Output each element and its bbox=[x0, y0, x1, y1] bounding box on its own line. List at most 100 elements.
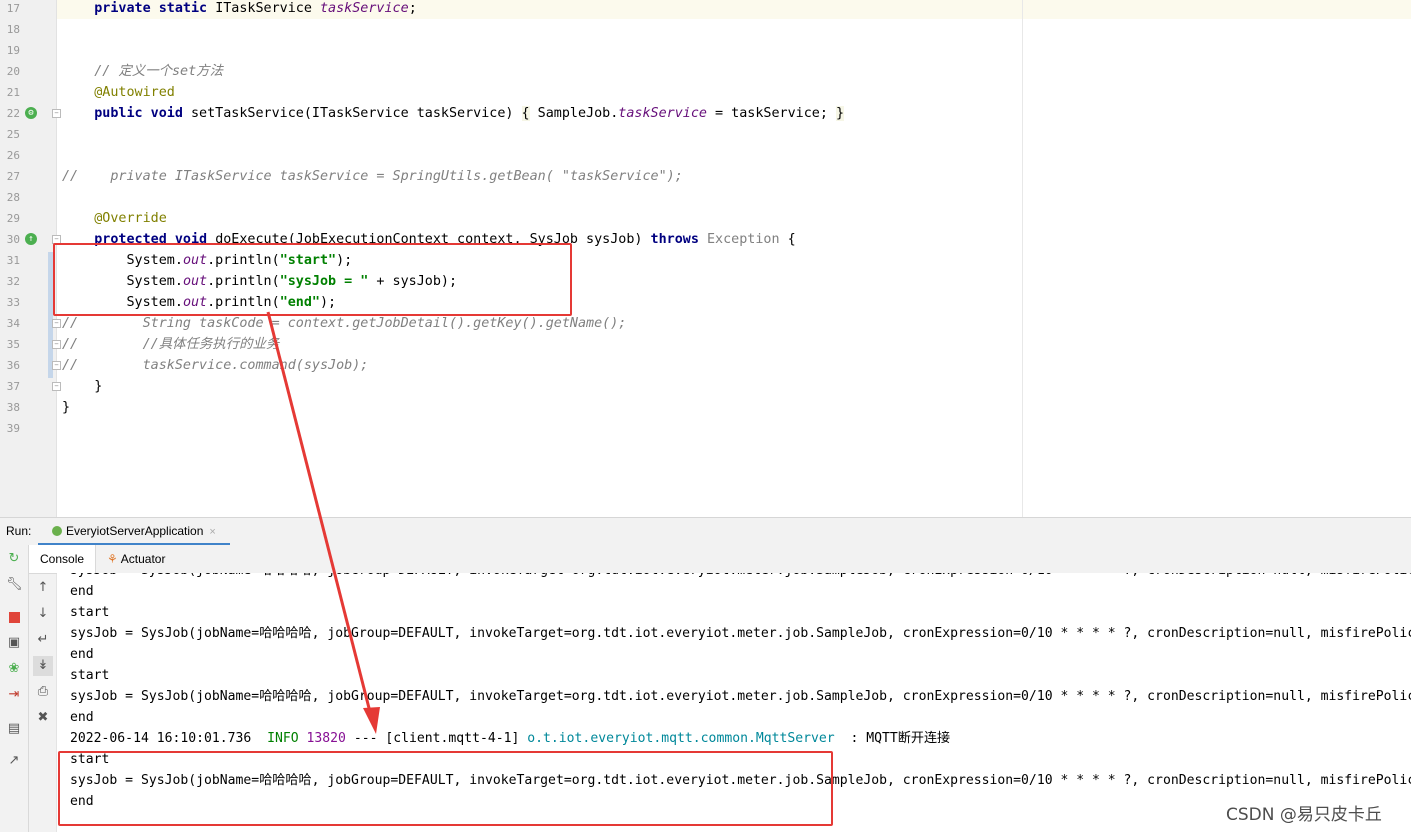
line-number: 25 bbox=[6, 128, 20, 141]
csdn-watermark: CSDN @易只皮卡丘 bbox=[1226, 805, 1382, 825]
fold-icon[interactable]: − bbox=[52, 319, 61, 328]
console-line: end bbox=[70, 791, 94, 812]
camera-icon[interactable]: ▣ bbox=[6, 635, 22, 651]
code-line[interactable]: 17 private static ITaskService taskServi… bbox=[0, 0, 1411, 19]
fold-icon[interactable]: − bbox=[52, 340, 61, 349]
code-editor[interactable]: 17 private static ITaskService taskServi… bbox=[0, 0, 1411, 517]
tab-actuator[interactable]: ⚘ Actuator bbox=[96, 545, 176, 573]
code-line[interactable]: 34 −// String taskCode = context.getJobDe… bbox=[0, 313, 1411, 334]
code-token: // //具体任务执行的业务 bbox=[62, 337, 280, 352]
tab-console[interactable]: Console bbox=[29, 545, 97, 573]
code-line[interactable]: 22 ⚙ − public void setTaskService(ITaskSer… bbox=[0, 103, 1411, 124]
line-number: 38 bbox=[6, 401, 20, 414]
code-text: System.out.println("end"); bbox=[62, 292, 337, 313]
code-line[interactable]: 28 bbox=[0, 187, 1411, 208]
arrow-up-icon[interactable]: ↑ bbox=[35, 580, 51, 596]
wrench-icon[interactable]: 🔧︎ bbox=[6, 577, 23, 593]
code-token: out bbox=[182, 295, 208, 310]
console-line: end bbox=[70, 644, 94, 665]
code-line[interactable]: 36 −// taskService.command(sysJob); bbox=[0, 355, 1411, 376]
console-line: 2022-06-14 16:10:01.736 INFO 13820 --- [… bbox=[70, 728, 950, 749]
arrow-down-icon[interactable]: ↓ bbox=[35, 606, 51, 622]
line-number: 26 bbox=[6, 149, 20, 162]
rerun-icon[interactable]: ↻ bbox=[6, 551, 22, 567]
code-token: // taskService.command(sysJob); bbox=[62, 358, 369, 373]
code-line[interactable]: 38} bbox=[0, 397, 1411, 418]
code-line[interactable]: 39 bbox=[0, 418, 1411, 439]
close-tab-icon[interactable]: × bbox=[209, 526, 215, 538]
stop-icon[interactable] bbox=[6, 609, 22, 625]
console-line: start bbox=[70, 749, 109, 770]
code-text: private static ITaskService taskService; bbox=[62, 0, 417, 19]
line-number: 37 bbox=[6, 380, 20, 393]
code-line[interactable]: 25 bbox=[0, 124, 1411, 145]
layout-icon[interactable]: ▤ bbox=[6, 721, 22, 737]
code-line[interactable]: 26 bbox=[0, 145, 1411, 166]
fold-icon[interactable]: − bbox=[52, 109, 61, 118]
code-text: @Override bbox=[62, 208, 167, 229]
fold-icon[interactable]: − bbox=[52, 382, 61, 391]
code-line[interactable]: 33 System.out.println("end"); bbox=[0, 292, 1411, 313]
code-text: // //具体任务执行的业务 bbox=[62, 334, 279, 355]
console-text: end bbox=[70, 647, 94, 662]
code-line[interactable]: 30 ↑ − protected void doExecute(JobExecuti… bbox=[0, 229, 1411, 250]
code-text: } bbox=[62, 376, 102, 397]
code-text: public void setTaskService(ITaskService … bbox=[62, 103, 845, 124]
run-left-toolbar: ↻ 🔧︎ ▣ ❀ ⇥ ▤ ↗ bbox=[0, 545, 29, 832]
code-token: private static bbox=[94, 1, 216, 16]
console-text: sysJob = SysJob(jobName=哈哈哈哈, jobGroup=D… bbox=[70, 689, 1411, 704]
spring-app-icon bbox=[52, 525, 62, 536]
soft-wrap-icon[interactable]: ↵ bbox=[35, 632, 51, 648]
code-line[interactable]: 27 // private ITaskService taskService = … bbox=[0, 166, 1411, 187]
console-text: start bbox=[70, 668, 110, 683]
fold-icon[interactable]: − bbox=[52, 235, 61, 244]
console-output[interactable]: sysJob = SysJob(jobName=哈哈哈哈, jobGroup=D… bbox=[57, 573, 1411, 832]
code-line[interactable]: 29 @Override bbox=[0, 208, 1411, 229]
fold-icon[interactable]: − bbox=[52, 361, 61, 370]
code-line[interactable]: 18 bbox=[0, 19, 1411, 40]
code-line[interactable]: 32 System.out.println("sysJob = " + sysJ… bbox=[0, 271, 1411, 292]
line-number: 20 bbox=[6, 65, 20, 78]
code-token: System. bbox=[126, 253, 183, 268]
code-token: @Autowired bbox=[94, 85, 175, 100]
code-text: @Autowired bbox=[62, 82, 175, 103]
code-line[interactable]: 19 bbox=[0, 40, 1411, 61]
code-line[interactable]: 35 −// //具体任务执行的业务 bbox=[0, 334, 1411, 355]
console-line: start bbox=[70, 665, 109, 686]
code-token: throws bbox=[650, 232, 707, 247]
debug-bug-icon[interactable]: ❀ bbox=[6, 661, 22, 677]
console-line: start bbox=[70, 602, 109, 623]
code-line[interactable]: 20 // 定义一个set方法 bbox=[0, 61, 1411, 82]
override-gutter-icon[interactable]: ↑ bbox=[25, 233, 37, 245]
code-line[interactable]: 21 @Autowired bbox=[0, 82, 1411, 103]
code-token: .println( bbox=[207, 295, 280, 310]
code-token: ); bbox=[336, 253, 353, 268]
tab-actuator-label: Actuator bbox=[120, 552, 166, 566]
console-text: INFO bbox=[267, 731, 299, 746]
pin-icon[interactable]: ↗ bbox=[6, 753, 22, 769]
actuator-icon: ⚘ bbox=[107, 552, 118, 566]
code-token: System. bbox=[126, 295, 183, 310]
code-token: Exception bbox=[706, 232, 780, 247]
line-number: 18 bbox=[6, 23, 20, 36]
code-line[interactable]: 37 − } bbox=[0, 376, 1411, 397]
line-number: 22 bbox=[6, 107, 20, 120]
code-text: // String taskCode = context.getJobDetai… bbox=[62, 313, 626, 334]
console-line: sysJob = SysJob(jobName=哈哈哈哈, jobGroup=D… bbox=[70, 573, 1411, 581]
trash-icon[interactable]: ✖ bbox=[35, 710, 51, 726]
scroll-to-end-icon[interactable]: ↡ bbox=[33, 656, 53, 676]
code-token: taskService bbox=[618, 106, 707, 121]
print-icon[interactable]: ⎙ bbox=[35, 684, 51, 700]
line-number: 34 bbox=[6, 317, 20, 330]
console-text: --- [client.mqtt-4-1] bbox=[345, 731, 528, 746]
run-config-tab[interactable]: EveryiotServerApplication × bbox=[38, 520, 230, 546]
code-text: System.out.println("start"); bbox=[62, 250, 353, 271]
line-number: 39 bbox=[6, 422, 20, 435]
console-text[interactable]: o.t.iot.everyiot.mqtt.common.MqttServer bbox=[527, 731, 834, 746]
bean-gutter-icon[interactable]: ⚙ bbox=[25, 107, 37, 119]
exit-icon[interactable]: ⇥ bbox=[6, 687, 22, 703]
code-line[interactable]: 31 System.out.println("start"); bbox=[0, 250, 1411, 271]
